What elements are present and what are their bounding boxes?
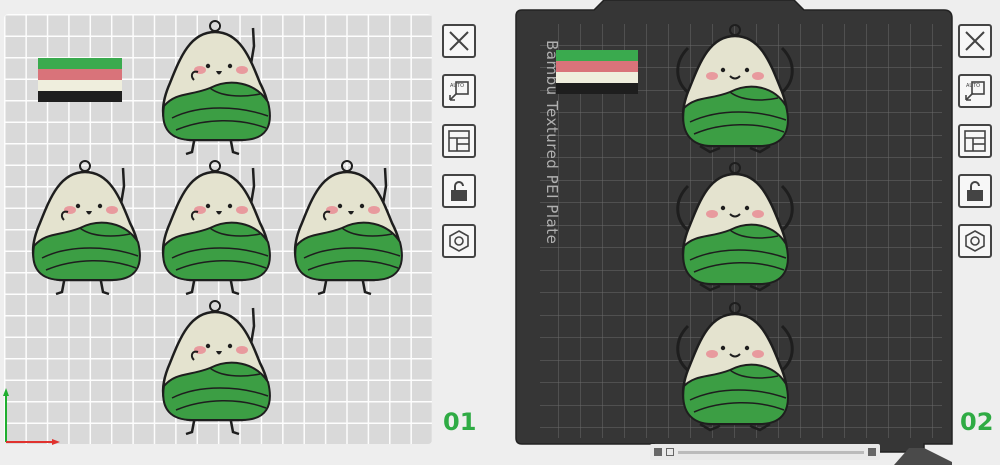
- thermometer-icon: [868, 448, 876, 456]
- unlock-icon: [451, 181, 467, 201]
- flag-stripe-black: [38, 91, 122, 102]
- plate-status-strip: [650, 444, 880, 460]
- dumpling-model[interactable]: [660, 22, 810, 162]
- auto-orient-icon: AUTO: [965, 81, 985, 101]
- color-flag-model[interactable]: [556, 50, 638, 94]
- unlock-icon: [967, 181, 983, 201]
- settings-icon: [965, 230, 985, 252]
- flag-stripe-green: [556, 50, 638, 61]
- arrange-icon: [448, 130, 470, 152]
- flag-stripe-black: [556, 83, 638, 94]
- plate-toolbar: AUTO: [442, 24, 478, 264]
- flag-stripe-cream: [38, 80, 122, 91]
- axis-gizmo: [3, 388, 60, 445]
- arrange-button[interactable]: [958, 124, 992, 158]
- grid-icon: [666, 448, 674, 456]
- plate-number-label: 01: [443, 408, 477, 436]
- status-bar-fill: [678, 450, 864, 454]
- dumpling-model[interactable]: [20, 158, 150, 298]
- dumpling-model[interactable]: [150, 158, 280, 298]
- lock-button[interactable]: [958, 174, 992, 208]
- svg-text:AUTO: AUTO: [450, 83, 464, 89]
- auto-orient-button[interactable]: AUTO: [442, 74, 476, 108]
- flag-stripe-cream: [556, 72, 638, 83]
- plate-settings-button[interactable]: [958, 224, 992, 258]
- grid-icon: [654, 448, 662, 456]
- close-button[interactable]: [442, 24, 476, 58]
- lock-button[interactable]: [442, 174, 476, 208]
- auto-orient-button[interactable]: AUTO: [958, 74, 992, 108]
- dumpling-model[interactable]: [150, 18, 280, 158]
- dumpling-model[interactable]: [660, 160, 810, 300]
- settings-icon: [449, 230, 469, 252]
- dumpling-model[interactable]: [660, 300, 810, 440]
- flag-stripe-pink: [38, 69, 122, 80]
- close-icon: [449, 31, 469, 51]
- close-icon: [965, 31, 985, 51]
- arrange-icon: [964, 130, 986, 152]
- svg-text:AUTO: AUTO: [966, 83, 980, 89]
- arrange-button[interactable]: [442, 124, 476, 158]
- dumpling-model[interactable]: [282, 158, 412, 298]
- close-button[interactable]: [958, 24, 992, 58]
- color-flag-model[interactable]: [38, 58, 122, 102]
- plate-number-label: 02: [960, 408, 994, 436]
- plate-toolbar: AUTO: [958, 24, 994, 264]
- plate-settings-button[interactable]: [442, 224, 476, 258]
- flag-stripe-pink: [556, 61, 638, 72]
- dumpling-model[interactable]: [150, 298, 280, 438]
- auto-orient-icon: AUTO: [449, 81, 469, 101]
- flag-stripe-green: [38, 58, 122, 69]
